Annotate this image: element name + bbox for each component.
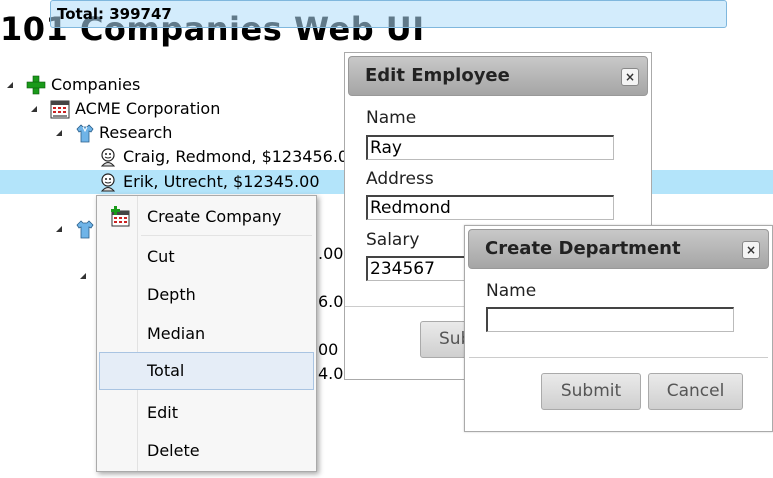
close-icon[interactable]: × bbox=[621, 68, 639, 86]
employee-face-icon bbox=[100, 173, 116, 192]
menu-item-label: Total bbox=[147, 361, 185, 380]
address-field[interactable] bbox=[366, 195, 614, 220]
menu-separator bbox=[141, 235, 312, 236]
menu-item-depth[interactable]: Depth bbox=[99, 276, 314, 314]
menu-item-label: Create Company bbox=[147, 207, 282, 226]
menu-item-total[interactable]: Total bbox=[99, 352, 314, 390]
cancel-button[interactable]: Cancel bbox=[648, 373, 743, 410]
expand-toggle-icon[interactable] bbox=[56, 226, 62, 232]
menu-item-label: Cut bbox=[147, 247, 175, 266]
name-label: Name bbox=[486, 281, 537, 301]
tree-node-companies[interactable]: Companies bbox=[0, 73, 340, 97]
close-icon[interactable]: × bbox=[742, 241, 760, 259]
tree-label: Craig, Redmond, $123456.00 bbox=[123, 147, 345, 166]
menu-item-cut[interactable]: Cut bbox=[99, 238, 314, 276]
tree-label: Companies bbox=[51, 75, 141, 94]
department-name-field[interactable] bbox=[486, 307, 734, 332]
name-label: Name bbox=[366, 108, 417, 128]
tree-label-fragment: 00 bbox=[318, 340, 339, 359]
employee-face-icon bbox=[100, 148, 116, 167]
tree-node-acme[interactable]: ACME Corporation bbox=[0, 97, 340, 121]
menu-item-label: Edit bbox=[147, 403, 178, 422]
menu-item-label: Delete bbox=[147, 441, 200, 460]
dialog-title-bar[interactable]: Create Department × bbox=[468, 229, 769, 269]
tree-node-employee-selected[interactable]: Erik, Utrecht, $12345.00 bbox=[0, 170, 345, 194]
dialog-title-bar[interactable]: Edit Employee × bbox=[348, 56, 648, 96]
tree-label: Research bbox=[99, 123, 173, 142]
salary-label: Salary bbox=[366, 230, 420, 250]
expand-toggle-icon[interactable] bbox=[56, 130, 62, 136]
department-shirt-icon bbox=[76, 124, 94, 143]
dialog-title: Edit Employee bbox=[365, 65, 510, 86]
menu-item-edit[interactable]: Edit bbox=[99, 394, 314, 432]
context-menu: Create Company Cut Depth Median Total Ed… bbox=[96, 195, 317, 472]
tree-label: ACME Corporation bbox=[75, 99, 221, 118]
create-company-icon bbox=[111, 206, 130, 227]
expand-toggle-icon[interactable] bbox=[31, 106, 37, 112]
menu-item-label: Depth bbox=[147, 285, 196, 304]
address-label: Address bbox=[366, 169, 434, 189]
menu-item-label: Median bbox=[147, 324, 206, 343]
department-shirt-icon bbox=[76, 220, 94, 239]
tree-label-fragment: .00 bbox=[318, 244, 344, 263]
expand-toggle-icon[interactable] bbox=[7, 82, 13, 88]
menu-item-median[interactable]: Median bbox=[99, 315, 314, 353]
create-department-dialog: Create Department × Name Submit Cancel bbox=[464, 225, 773, 432]
menu-item-delete[interactable]: Delete bbox=[99, 432, 314, 470]
dialog-title: Create Department bbox=[485, 238, 681, 259]
expand-toggle-icon[interactable] bbox=[80, 273, 86, 279]
dialog-divider bbox=[469, 357, 768, 358]
tree-node-employee[interactable]: Craig, Redmond, $123456.00 bbox=[0, 145, 345, 169]
name-field[interactable] bbox=[366, 135, 614, 160]
tree-label-fragment: 4.0 bbox=[318, 364, 344, 383]
plus-icon bbox=[26, 75, 46, 95]
submit-button[interactable]: Submit bbox=[541, 373, 641, 410]
tree-label: Erik, Utrecht, $12345.00 bbox=[123, 172, 320, 191]
tree-node-research[interactable]: Research bbox=[0, 121, 340, 145]
company-building-icon bbox=[50, 100, 70, 119]
menu-item-create-company[interactable]: Create Company bbox=[99, 198, 314, 236]
